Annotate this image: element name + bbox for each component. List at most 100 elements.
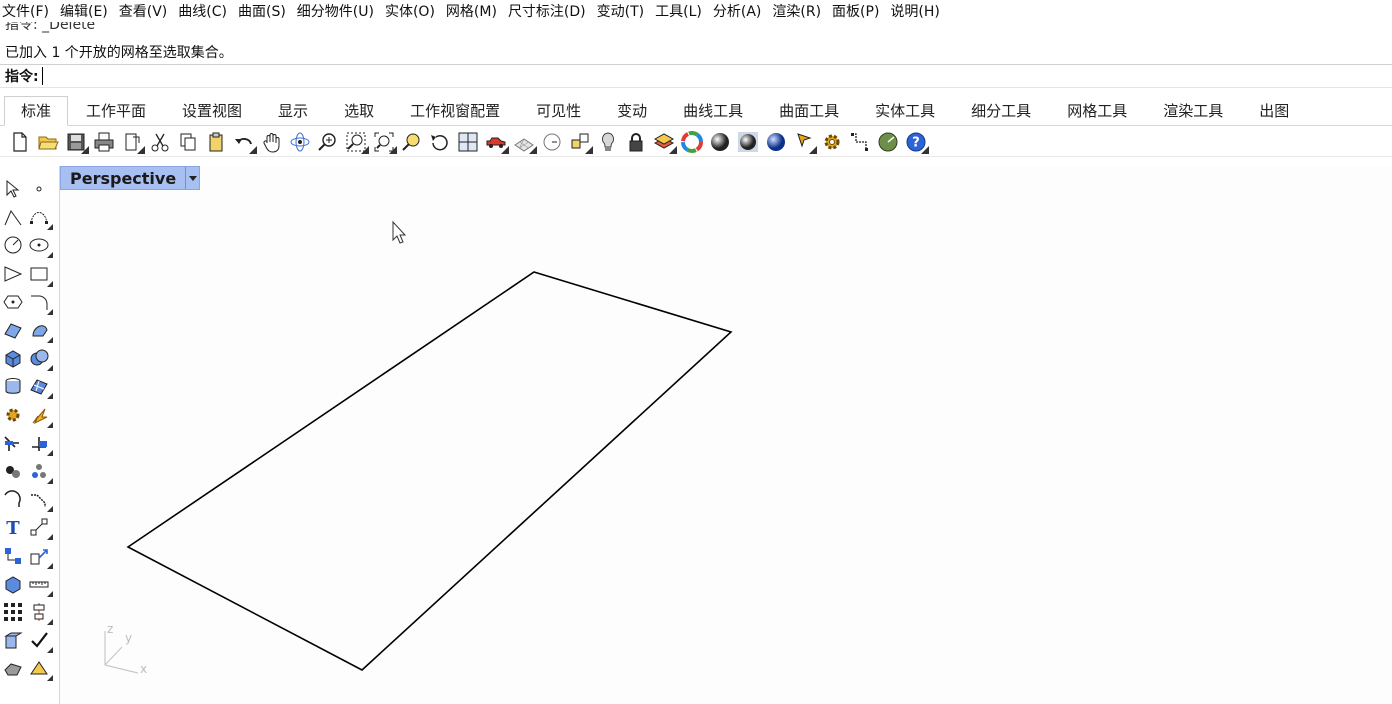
polyline-icon[interactable] bbox=[0, 204, 26, 230]
render-icon[interactable] bbox=[26, 655, 53, 682]
dim-icon[interactable] bbox=[846, 129, 874, 155]
split-icon[interactable] bbox=[26, 430, 53, 456]
tab[interactable]: 出图 bbox=[1241, 97, 1307, 125]
ellipse-icon[interactable] bbox=[26, 232, 53, 259]
paste-icon[interactable] bbox=[202, 129, 230, 155]
polygon-icon[interactable] bbox=[0, 261, 26, 287]
zoom-extents-icon[interactable] bbox=[370, 129, 398, 155]
menu-item[interactable]: 查看(V) bbox=[119, 1, 176, 21]
check-icon[interactable] bbox=[26, 627, 53, 654]
circle-icon[interactable] bbox=[0, 232, 26, 258]
extrude-icon[interactable] bbox=[0, 627, 26, 653]
grid-icon[interactable] bbox=[0, 599, 26, 625]
color-wheel-icon[interactable] bbox=[678, 129, 706, 155]
menu-item[interactable]: 曲面(S) bbox=[238, 1, 294, 21]
ruler-icon[interactable] bbox=[26, 571, 53, 597]
menu-item[interactable]: 文件(F) bbox=[2, 1, 57, 21]
flash-icon[interactable] bbox=[26, 402, 53, 428]
menu-item[interactable]: 尺寸标注(D) bbox=[508, 1, 594, 21]
select-icon[interactable] bbox=[0, 176, 26, 202]
arc-fillet-icon[interactable] bbox=[26, 289, 53, 315]
light-icon[interactable] bbox=[594, 129, 622, 155]
menu-item[interactable]: 面板(P) bbox=[832, 1, 887, 21]
viewport-canvas[interactable]: z y x bbox=[60, 166, 1392, 704]
menu-item[interactable]: 分析(A) bbox=[713, 1, 770, 21]
tab[interactable]: 变动 bbox=[599, 97, 665, 125]
trim-icon[interactable] bbox=[0, 430, 26, 456]
block-icon[interactable] bbox=[0, 571, 26, 597]
point-icon[interactable] bbox=[26, 176, 52, 202]
globe-icon[interactable] bbox=[874, 129, 902, 155]
menu-item[interactable]: 变动(T) bbox=[597, 1, 652, 21]
rectangle-icon[interactable] bbox=[26, 261, 53, 287]
copy-icon[interactable] bbox=[174, 129, 202, 155]
menu-item[interactable]: 工具(L) bbox=[655, 1, 710, 21]
mesh-icon[interactable] bbox=[26, 373, 53, 400]
align-icon[interactable] bbox=[26, 599, 53, 625]
car-icon[interactable] bbox=[482, 129, 510, 155]
gear-icon[interactable] bbox=[818, 129, 846, 155]
undo-view-icon[interactable] bbox=[426, 129, 454, 155]
mesh-outline[interactable] bbox=[126, 271, 733, 671]
tab[interactable]: 可见性 bbox=[518, 97, 599, 125]
tab[interactable]: 标准 bbox=[4, 96, 69, 126]
perspective-viewport[interactable]: z y x Perspective bbox=[60, 166, 1392, 704]
open-icon[interactable] bbox=[34, 129, 62, 155]
sphere-shaded-icon[interactable] bbox=[706, 129, 734, 155]
viewport-menu-dropdown[interactable] bbox=[185, 167, 199, 189]
print-icon[interactable] bbox=[90, 129, 118, 155]
save-icon[interactable] bbox=[62, 129, 90, 155]
menu-item[interactable]: 编辑(E) bbox=[60, 1, 116, 21]
menu-item[interactable]: 网格(M) bbox=[446, 1, 505, 21]
box-icon[interactable] bbox=[0, 345, 26, 371]
pan-icon[interactable] bbox=[258, 129, 286, 155]
gear-tool-icon[interactable] bbox=[0, 402, 26, 428]
lock-icon[interactable] bbox=[622, 129, 650, 155]
join-icon[interactable] bbox=[0, 458, 26, 484]
properties-icon[interactable] bbox=[566, 129, 594, 155]
zoom-window-icon[interactable] bbox=[342, 129, 370, 155]
import-icon[interactable] bbox=[118, 129, 146, 155]
menu-item[interactable]: 曲线(C) bbox=[178, 1, 235, 21]
curve-icon[interactable] bbox=[26, 204, 53, 231]
tab[interactable]: 工作视窗配置 bbox=[392, 97, 518, 125]
solid-icon[interactable] bbox=[0, 655, 26, 681]
tab[interactable]: 选取 bbox=[326, 97, 392, 125]
tab[interactable]: 网格工具 bbox=[1049, 97, 1145, 125]
scale-icon[interactable] bbox=[26, 514, 53, 541]
command-input[interactable] bbox=[41, 67, 342, 85]
help-icon[interactable]: ? bbox=[902, 129, 930, 155]
circle-icon[interactable] bbox=[538, 129, 566, 155]
layer-icon[interactable] bbox=[650, 129, 678, 155]
menu-item[interactable]: 实体(O) bbox=[385, 1, 443, 21]
tab[interactable]: 曲线工具 bbox=[665, 97, 761, 125]
fillet-icon[interactable] bbox=[0, 486, 26, 512]
cursor-icon[interactable] bbox=[790, 129, 818, 155]
explode-icon[interactable] bbox=[26, 458, 53, 484]
menu-item[interactable]: 细分物件(U) bbox=[297, 1, 382, 21]
menu-item[interactable]: 渲染(R) bbox=[772, 1, 829, 21]
sphere-blue-icon[interactable] bbox=[762, 129, 790, 155]
tab[interactable]: 渲染工具 bbox=[1145, 97, 1241, 125]
chamfer-icon[interactable] bbox=[26, 486, 53, 513]
cut-icon[interactable] bbox=[146, 129, 174, 155]
tab[interactable]: 设置视图 bbox=[164, 97, 260, 125]
text-icon[interactable]: T bbox=[0, 514, 26, 540]
zoom-selected-icon[interactable] bbox=[398, 129, 426, 155]
tab[interactable]: 显示 bbox=[260, 97, 326, 125]
cylinder-icon[interactable] bbox=[0, 373, 26, 399]
viewport-title-tab[interactable]: Perspective bbox=[60, 166, 201, 190]
boolean-icon[interactable] bbox=[26, 345, 53, 372]
tab[interactable]: 实体工具 bbox=[857, 97, 953, 125]
tab[interactable]: 工作平面 bbox=[68, 97, 164, 125]
hexagon-icon[interactable] bbox=[0, 289, 26, 315]
undo-icon[interactable] bbox=[230, 129, 258, 155]
viewport-title[interactable]: Perspective bbox=[61, 169, 185, 188]
zoom-icon[interactable] bbox=[314, 129, 342, 155]
menu-item[interactable]: 说明(H) bbox=[890, 1, 947, 21]
viewport-layout-icon[interactable] bbox=[454, 129, 482, 155]
tab[interactable]: 细分工具 bbox=[953, 97, 1049, 125]
array-icon[interactable] bbox=[0, 543, 26, 569]
grid-plane-icon[interactable] bbox=[510, 129, 538, 155]
surface-icon[interactable] bbox=[0, 317, 26, 343]
